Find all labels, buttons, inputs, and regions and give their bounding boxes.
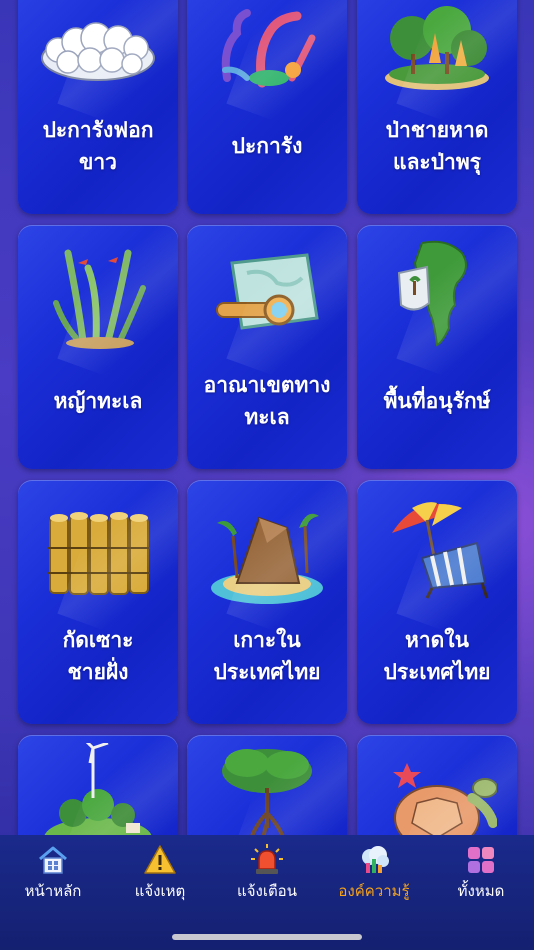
card-conservation-area[interactable]: พื้นที่อนุรักษ์: [357, 225, 517, 469]
siren-icon: [251, 844, 283, 874]
card-coral[interactable]: ปะการัง: [187, 0, 347, 214]
card-label: ป่าชายหาด และป่าพรุ: [385, 118, 489, 174]
grid-apps-icon: [468, 847, 494, 873]
card-mangrove[interactable]: [187, 735, 347, 835]
tab-label: องค์ความรู้: [338, 882, 410, 900]
card-bleached-coral[interactable]: ปะการังฟอก ขาว: [18, 0, 178, 214]
card-thai-islands[interactable]: เกาะใน ประเทศไทย: [187, 480, 347, 724]
card-coastal-erosion[interactable]: กัดเซาะ ชายฝั่ง: [18, 480, 178, 724]
tab-alert[interactable]: แจ้งเตือน: [217, 843, 317, 903]
card-label: กัดเซาะ ชายฝั่ง: [62, 628, 134, 684]
card-label: ปะการัง: [231, 134, 303, 158]
home-icon: [39, 846, 67, 874]
tab-label: แจ้งเตือน: [237, 882, 297, 900]
card-renewable-island[interactable]: [18, 735, 178, 835]
bottom-tab-bar: หน้าหลัก แจ้งเหตุ แจ้งเตือน องค์ความรู้: [0, 835, 534, 950]
beach-chair-icon: [392, 502, 489, 599]
card-sea-territory[interactable]: อาณาเขตทาง ทะเล: [187, 225, 347, 469]
tab-label: ทั้งหมด: [457, 882, 505, 900]
warning-icon: [144, 845, 176, 874]
card-label: เกาะใน ประเทศไทย: [213, 628, 321, 684]
card-label: อาณาเขตทาง ทะเล: [203, 373, 331, 429]
card-label: ปะการังฟอก ขาว: [42, 118, 154, 174]
wind-turbine-island-icon: [44, 743, 152, 835]
sea-turtle-icon: [393, 763, 497, 835]
tab-knowledge[interactable]: องค์ความรู้: [324, 843, 424, 903]
coastal-erosion-icon: [48, 512, 150, 595]
card-seagrass[interactable]: หญ้าทะเล: [18, 225, 178, 469]
tab-home[interactable]: หน้าหลัก: [3, 843, 103, 903]
sea-map-icon: [216, 253, 319, 330]
seagrass-icon: [53, 249, 146, 349]
mangrove-icon: [222, 749, 312, 835]
card-label: พื้นที่อนุรักษ์: [383, 389, 491, 413]
tab-label: แจ้งเหตุ: [134, 882, 186, 900]
card-sea-turtle[interactable]: [357, 735, 517, 835]
knowledge-icon: [362, 846, 389, 873]
card-label: หาดใน ประเทศไทย: [383, 628, 491, 684]
knowledge-grid: ปะการังฟอก ขาว ปะการัง ป่าชายหาด และป่าพ…: [0, 0, 534, 835]
card-label: หญ้าทะเล: [53, 389, 143, 413]
beach-forest-icon: [385, 6, 489, 90]
card-beach-forest[interactable]: ป่าชายหาด และป่าพรุ: [357, 0, 517, 214]
tab-all[interactable]: ทั้งหมด: [431, 843, 531, 903]
bleached-coral-icon: [41, 22, 155, 81]
tab-label: หน้าหลัก: [24, 882, 82, 900]
card-thai-beaches[interactable]: หาดใน ประเทศไทย: [357, 480, 517, 724]
tab-report[interactable]: แจ้งเหตุ: [110, 843, 210, 903]
coral-icon: [221, 9, 316, 88]
island-icon: [211, 513, 323, 604]
conservation-area-icon: [397, 240, 467, 347]
home-indicator[interactable]: [172, 934, 362, 940]
